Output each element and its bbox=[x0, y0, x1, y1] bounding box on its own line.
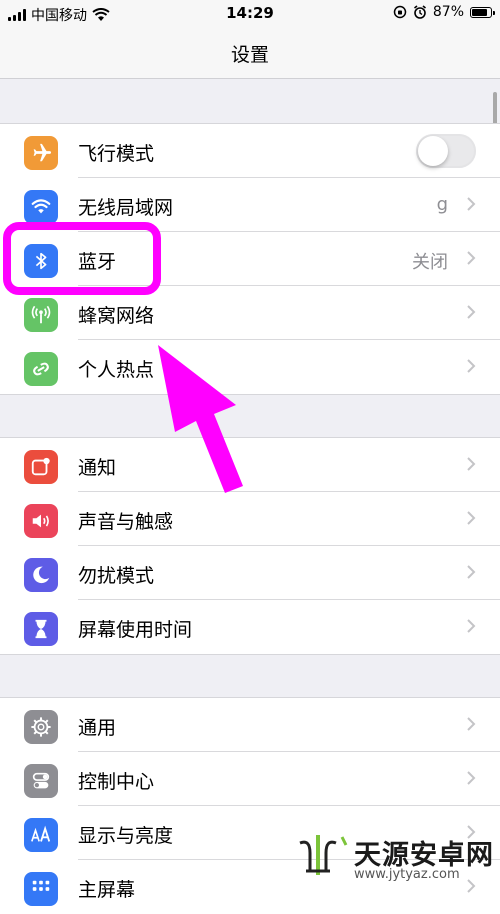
chevron-right-icon bbox=[467, 771, 476, 785]
settings-row-general[interactable]: 通用 bbox=[0, 698, 500, 752]
bluetooth-highlight-box bbox=[3, 222, 161, 295]
watermark-url: www.jytyaz.com bbox=[354, 867, 460, 882]
moon-icon bbox=[24, 558, 58, 592]
row-label: 飞行模式 bbox=[78, 143, 155, 165]
row-label: 控制中心 bbox=[78, 771, 155, 793]
status-bar: 中国移动 14:29 87% bbox=[0, 0, 500, 28]
link-icon bbox=[24, 352, 58, 386]
row-label: 勿扰模式 bbox=[78, 565, 155, 587]
row-label: 屏幕使用时间 bbox=[78, 619, 193, 641]
notification-icon bbox=[24, 450, 58, 484]
settings-row-notifications[interactable]: 通知 bbox=[0, 438, 500, 492]
alarm-icon bbox=[413, 5, 426, 19]
settings-row-hotspot[interactable]: 个人热点 bbox=[0, 340, 500, 394]
home-grid-icon bbox=[24, 872, 58, 906]
chevron-right-icon bbox=[467, 457, 476, 471]
page-title: 设置 bbox=[230, 44, 269, 66]
row-label: 通用 bbox=[78, 717, 117, 739]
settings-row-control-center[interactable]: 控制中心 bbox=[0, 752, 500, 806]
site-watermark: 天源安卓网 www.jytyaz.com bbox=[296, 827, 496, 887]
battery-percent: 87% bbox=[432, 4, 464, 20]
row-value: g bbox=[436, 194, 448, 215]
chevron-right-icon bbox=[467, 305, 476, 319]
chevron-right-icon bbox=[467, 565, 476, 579]
row-label: 个人热点 bbox=[78, 359, 155, 381]
airplane-mode-toggle[interactable] bbox=[416, 134, 476, 168]
switches-icon bbox=[24, 764, 58, 798]
hourglass-icon bbox=[24, 612, 58, 646]
chevron-right-icon bbox=[467, 717, 476, 731]
antenna-icon bbox=[24, 298, 58, 332]
wifi-icon bbox=[24, 190, 58, 224]
orientation-lock-icon bbox=[393, 5, 407, 19]
chevron-right-icon bbox=[467, 251, 476, 265]
chevron-right-icon bbox=[467, 619, 476, 633]
settings-row-screen-time[interactable]: 屏幕使用时间 bbox=[0, 600, 500, 654]
row-label: 无线局域网 bbox=[78, 197, 174, 219]
speaker-icon bbox=[24, 504, 58, 538]
chevron-right-icon bbox=[467, 359, 476, 373]
battery-icon bbox=[470, 6, 495, 18]
row-label: 显示与亮度 bbox=[78, 825, 174, 847]
row-label: 蜂窝网络 bbox=[78, 305, 155, 327]
settings-group-notifications: 通知 声音与触感 勿扰模式 屏幕使用时间 bbox=[0, 437, 500, 655]
text-size-icon bbox=[24, 818, 58, 852]
gear-icon bbox=[24, 710, 58, 744]
chevron-right-icon bbox=[467, 511, 476, 525]
row-value: 关闭 bbox=[412, 252, 448, 273]
row-label: 通知 bbox=[78, 457, 117, 479]
settings-row-airplane-mode: 飞行模式 bbox=[0, 124, 500, 178]
airplane-icon bbox=[24, 136, 58, 170]
watermark-logo bbox=[299, 835, 348, 875]
chevron-right-icon bbox=[467, 197, 476, 211]
settings-row-do-not-disturb[interactable]: 勿扰模式 bbox=[0, 546, 500, 600]
settings-row-sounds[interactable]: 声音与触感 bbox=[0, 492, 500, 546]
row-label: 声音与触感 bbox=[78, 511, 174, 533]
navigation-bar: 设置 bbox=[0, 28, 500, 79]
